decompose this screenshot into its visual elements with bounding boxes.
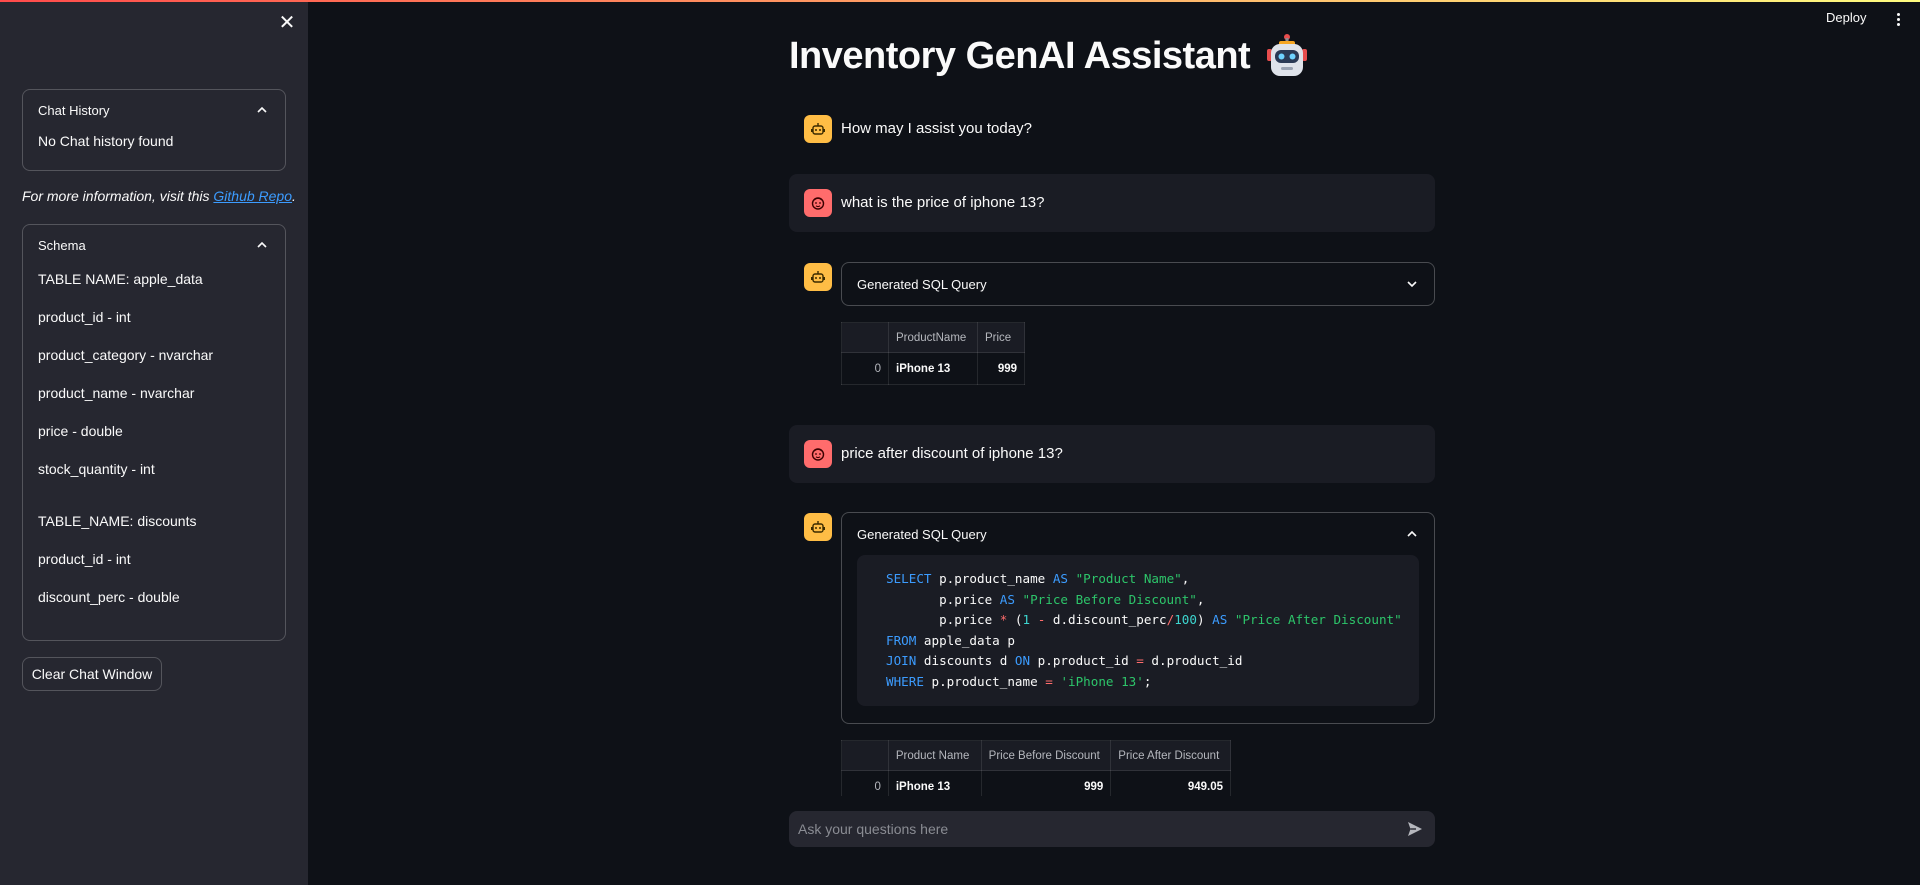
sql-query-expander-expanded: Generated SQL Query SELECT p.product_nam… bbox=[841, 512, 1435, 724]
table-cell: 999 bbox=[977, 352, 1025, 385]
user-avatar-icon bbox=[804, 189, 832, 217]
chevron-down-icon bbox=[1407, 281, 1417, 288]
table-cell: 0 bbox=[841, 770, 889, 796]
user-question-1: what is the price of iphone 13? bbox=[841, 194, 1045, 211]
deploy-button[interactable]: Deploy bbox=[1826, 10, 1866, 25]
chevron-up-icon bbox=[257, 241, 267, 248]
info-prefix: For more information, visit this bbox=[22, 188, 214, 204]
chevron-up-icon bbox=[257, 106, 267, 113]
chat-history-expander: Chat History No Chat history found bbox=[22, 89, 286, 171]
schema-line: product_id - int bbox=[38, 309, 131, 325]
chat-input[interactable] bbox=[789, 821, 1395, 837]
table-row: 0 iPhone 13 999 949.05 bbox=[841, 770, 1231, 796]
table-column-header[interactable]: Price Before Discount bbox=[980, 740, 1112, 771]
sidebar: ✕ Chat History No Chat history found For… bbox=[0, 0, 308, 885]
table-cell: iPhone 13 bbox=[887, 770, 982, 796]
sql-code-block[interactable]: SELECT p.product_name AS "Product Name",… bbox=[857, 555, 1419, 706]
schema-line: product_id - int bbox=[38, 551, 131, 567]
table-column-header[interactable]: Price After Discount bbox=[1110, 740, 1231, 771]
send-icon[interactable] bbox=[1395, 811, 1435, 847]
schema-line: discount_perc - double bbox=[38, 589, 180, 605]
result-table-1: ProductName Price 0 iPhone 13 999 bbox=[841, 322, 1025, 385]
info-suffix: . bbox=[292, 188, 296, 204]
sql-query-expander-label: Generated SQL Query bbox=[857, 276, 987, 292]
sql-code-line: FROM apple_data p bbox=[886, 632, 1015, 648]
greeting-message: How may I assist you today? bbox=[841, 120, 1032, 137]
kebab-menu-icon[interactable] bbox=[1893, 12, 1903, 28]
chat-history-empty-text: No Chat history found bbox=[38, 133, 174, 149]
table-column-header[interactable]: Product Name bbox=[887, 740, 982, 771]
user-avatar-icon bbox=[804, 440, 832, 468]
bot-avatar-icon bbox=[804, 263, 832, 291]
sql-code-line: SELECT p.product_name AS "Product Name", bbox=[886, 571, 1190, 586]
result-table-2-viewport: Product Name Price Before Discount Price… bbox=[841, 740, 1231, 796]
schema-line: product_name - nvarchar bbox=[38, 385, 195, 401]
result-table-2: Product Name Price Before Discount Price… bbox=[841, 740, 1231, 796]
page-title: Inventory GenAI Assistant bbox=[789, 33, 1310, 79]
sql-code-line: p.price AS "Price Before Discount", bbox=[886, 591, 1205, 607]
sql-code-line: WHERE p.product_name = 'iPhone 13'; bbox=[886, 673, 1152, 689]
sql-code-line: p.price * (1 - d.discount_perc/100) AS "… bbox=[886, 612, 1402, 627]
chat-history-title: Chat History bbox=[38, 102, 110, 118]
sql-code-line: JOIN discounts d ON p.product_id = d.pro… bbox=[886, 653, 1243, 668]
table-column-header[interactable]: Price bbox=[977, 322, 1025, 353]
schema-line: stock_quantity - int bbox=[38, 461, 155, 477]
chat-history-header[interactable]: Chat History bbox=[23, 90, 285, 130]
user-question-2: price after discount of iphone 13? bbox=[841, 445, 1063, 462]
robot-emoji-icon bbox=[1267, 34, 1308, 76]
table-row: 0 iPhone 13 999 bbox=[841, 352, 1025, 385]
bot-avatar-icon bbox=[804, 115, 832, 143]
table-index-header bbox=[841, 322, 889, 353]
table-cell: 949.05 bbox=[1110, 770, 1231, 796]
schema-header[interactable]: Schema bbox=[23, 225, 285, 265]
schema-line: price - double bbox=[38, 423, 123, 439]
clear-chat-button[interactable]: Clear Chat Window bbox=[22, 657, 162, 691]
bot-avatar-icon bbox=[804, 513, 832, 541]
sql-query-expander-header[interactable]: Generated SQL Query bbox=[842, 513, 1434, 555]
table-index-header bbox=[841, 740, 889, 771]
schema-line: TABLE NAME: apple_data bbox=[38, 271, 203, 287]
sql-query-expander-label: Generated SQL Query bbox=[857, 526, 987, 542]
sql-query-expander-header[interactable]: Generated SQL Query bbox=[842, 263, 1434, 305]
top-decoration-bar bbox=[0, 0, 1920, 2]
chevron-up-icon bbox=[1407, 530, 1417, 537]
table-column-header[interactable]: ProductName bbox=[888, 322, 978, 353]
schema-line: TABLE_NAME: discounts bbox=[38, 513, 197, 529]
table-cell: iPhone 13 bbox=[888, 352, 978, 385]
table-cell: 999 bbox=[980, 770, 1112, 796]
info-text: For more information, visit this Github … bbox=[22, 188, 296, 204]
schema-line: product_category - nvarchar bbox=[38, 347, 214, 363]
schema-title: Schema bbox=[38, 237, 86, 253]
table-cell: 0 bbox=[841, 352, 889, 385]
schema-expander: Schema TABLE NAME: apple_data product_id… bbox=[22, 224, 286, 641]
page-title-text: Inventory GenAI Assistant bbox=[789, 34, 1251, 77]
sql-query-expander-collapsed: Generated SQL Query bbox=[841, 262, 1435, 306]
chat-input-container bbox=[789, 811, 1435, 847]
github-repo-link[interactable]: Github Repo bbox=[213, 188, 292, 204]
close-icon[interactable]: ✕ bbox=[276, 12, 298, 34]
